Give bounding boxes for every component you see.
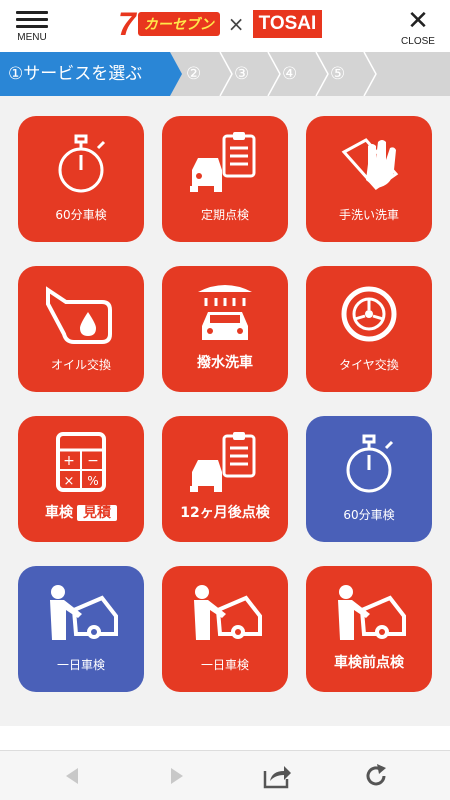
svg-text:+: + <box>63 453 75 469</box>
tire-icon <box>341 286 397 342</box>
tile-label: 車検 見積 <box>18 505 144 521</box>
browser-toolbar <box>0 750 450 800</box>
tile-one-day-shaken[interactable]: 一日車検 <box>162 566 288 692</box>
oil-can-icon <box>46 286 112 344</box>
hamburger-icon <box>16 11 48 28</box>
step-5: ⑤ <box>330 64 346 84</box>
tile-one-day-shaken-blue[interactable]: 一日車検 <box>18 566 144 692</box>
svg-text:×: × <box>64 474 75 489</box>
tile-oil-change[interactable]: オイル交換 <box>18 266 144 392</box>
tile-label: 60分車検 <box>343 508 395 522</box>
tile-label: 一日車検 <box>56 658 105 672</box>
logo-cross: × <box>227 12 245 36</box>
tile-label: タイヤ交換 <box>339 358 399 372</box>
menu-button[interactable]: MENU <box>10 8 54 48</box>
svg-text:−: − <box>87 453 99 469</box>
step-progress-bar: ①サービスを選ぶ ② ③ ④ ⑤ <box>0 52 450 96</box>
tile-hand-wash[interactable]: 手洗い洗車 <box>306 116 432 242</box>
tile-periodic-inspection[interactable]: 定期点検 <box>162 116 288 242</box>
calculator-icon: + − × % <box>56 432 106 492</box>
tile-label: 手洗い洗車 <box>338 208 399 222</box>
logo-seven: 7 <box>118 6 136 42</box>
tile-pre-shaken-inspection[interactable]: 車検前点検 <box>306 566 432 692</box>
tile-label-b: 見積 <box>77 505 117 521</box>
tile-label-a: 車検 <box>45 505 73 521</box>
tile-label: 定期点検 <box>200 208 249 222</box>
tile-label: 撥水洗車 <box>197 355 253 371</box>
mechanic-icon <box>194 585 262 640</box>
tile-60min-shaken-blue[interactable]: 60分車検 <box>306 416 432 542</box>
svg-text:%: % <box>87 474 98 488</box>
close-label: CLOSE <box>401 36 435 47</box>
tile-tire-change[interactable]: タイヤ交換 <box>306 266 432 392</box>
step-4: ④ <box>282 64 298 84</box>
stopwatch-icon <box>58 134 106 193</box>
tile-shaken-estimate[interactable]: + − × % 車検 見積 <box>18 416 144 542</box>
car-clipboard-icon <box>190 432 256 492</box>
hand-wash-icon <box>341 138 399 190</box>
tile-60min-shaken[interactable]: 60分車検 <box>18 116 144 242</box>
tile-label: 60分車検 <box>55 208 107 222</box>
step-2: ② <box>186 64 202 84</box>
mechanic-icon <box>338 585 406 640</box>
stopwatch-icon <box>346 434 394 493</box>
close-icon: ✕ <box>407 6 429 36</box>
mechanic-icon <box>50 585 118 640</box>
service-grid: 60分車検 定期点検 手洗い洗車 オイル交換 撥水洗車 タイヤ交換 + − × … <box>0 96 450 726</box>
tile-label: 車検前点検 <box>334 655 404 671</box>
menu-label: MENU <box>17 32 47 43</box>
tile-label: オイル交換 <box>50 358 111 372</box>
forward-arrow-icon[interactable] <box>163 763 189 789</box>
app-header: MENU 7 カーセブン × TOSAI ✕ CLOSE <box>0 0 450 50</box>
logo-tosai: TOSAI <box>252 10 323 38</box>
close-button[interactable]: ✕ CLOSE <box>396 8 440 48</box>
car-clipboard-icon <box>190 132 256 192</box>
tile-12month-inspection[interactable]: 12ヶ月後点検 <box>162 416 288 542</box>
tile-label: 一日車検 <box>200 658 249 672</box>
back-arrow-icon[interactable] <box>60 763 86 789</box>
car-wash-icon <box>198 285 252 340</box>
logo-carseven: カーセブン <box>137 12 220 36</box>
tile-label: 12ヶ月後点検 <box>180 505 270 521</box>
share-icon[interactable] <box>262 763 292 789</box>
tile-water-repellent-wash[interactable]: 撥水洗車 <box>162 266 288 392</box>
reload-icon[interactable] <box>363 763 389 789</box>
step-1: ①サービスを選ぶ <box>8 64 143 84</box>
brand-logo: 7 カーセブン × TOSAI <box>118 6 323 42</box>
step-3: ③ <box>234 64 250 84</box>
